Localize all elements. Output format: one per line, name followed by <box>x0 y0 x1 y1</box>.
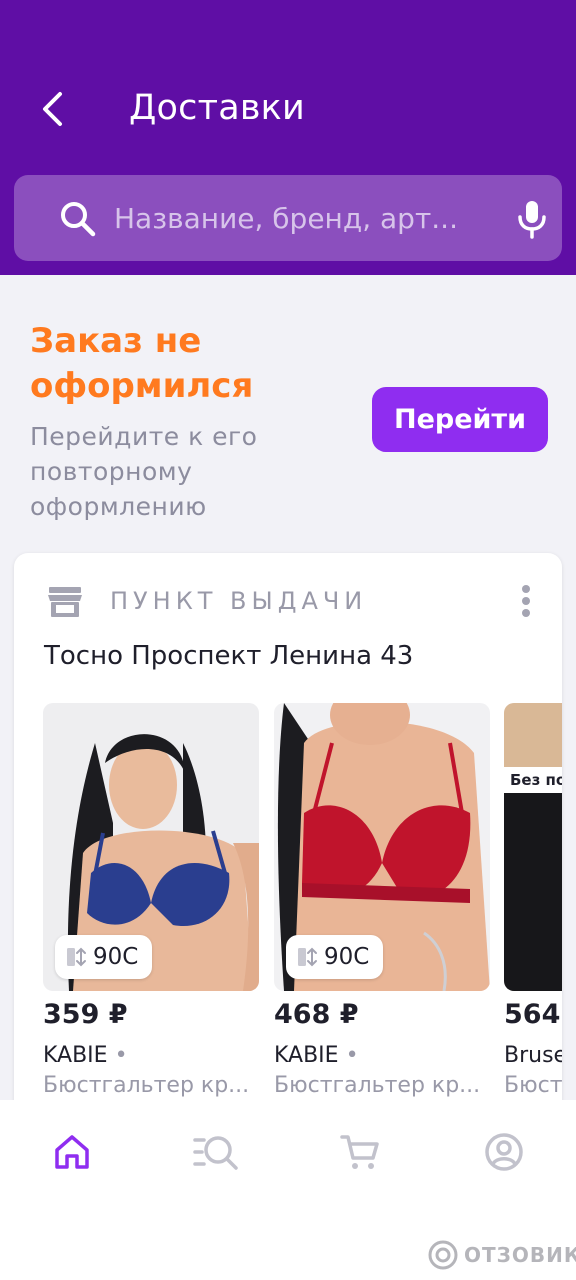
pickup-address: Тосно Проспект Ленина 43 <box>44 641 414 671</box>
search-icon <box>61 202 96 237</box>
deliveries-content: Заказ не оформился Перейдите к его повто… <box>0 275 576 1100</box>
chevron-left-icon <box>43 92 62 126</box>
watermark-text: ОТЗОВИК <box>464 1243 576 1267</box>
size-badge: 90C <box>286 935 384 979</box>
size-icon <box>67 947 86 967</box>
nav-profile[interactable] <box>480 1128 528 1176</box>
nav-catalog[interactable] <box>192 1128 240 1176</box>
size-label: 90C <box>324 944 370 970</box>
product-price: 468 ₽ <box>274 999 359 1030</box>
product-name: Бюстгальтер кр... <box>274 1073 481 1098</box>
product-brand: Bruse <box>504 1043 562 1068</box>
microphone-icon[interactable] <box>510 197 554 241</box>
app-header: Доставки <box>0 0 576 275</box>
product-carousel[interactable]: 90C 359 ₽ KABIE • Бюстгальтер кр... 90C … <box>43 703 562 1100</box>
product-brand: KABIE • <box>43 1043 128 1068</box>
brand-label: Bruse <box>504 1043 562 1068</box>
nav-home[interactable] <box>48 1128 96 1176</box>
search-bar[interactable] <box>14 175 562 261</box>
order-failed-title: Заказ не оформился <box>30 321 254 406</box>
product-brand: KABIE • <box>274 1043 359 1068</box>
more-vertical-icon[interactable] <box>514 581 538 621</box>
size-icon <box>298 947 317 967</box>
otzovik-watermark: ОТЗОВИК <box>428 1238 576 1272</box>
store-icon <box>48 587 82 617</box>
size-label: 90C <box>93 944 139 970</box>
back-button[interactable] <box>30 85 74 133</box>
pickup-point-label: ПУНКТ ВЫДАЧИ <box>110 587 368 615</box>
product-price: 564 <box>504 999 561 1030</box>
go-to-order-button[interactable]: Перейти <box>372 387 548 452</box>
brand-label: KABIE <box>274 1043 339 1068</box>
brand-label: KABIE <box>43 1043 108 1068</box>
promo-badge: Без по <box>504 767 562 793</box>
product-name: Бюст <box>504 1073 562 1098</box>
page-title: Доставки <box>129 88 305 128</box>
pickup-point-card: ПУНКТ ВЫДАЧИ Тосно Проспект Ленина 43 90… <box>14 553 562 1100</box>
product-name: Бюстгальтер кр... <box>43 1073 250 1098</box>
order-failed-text: Перейдите к его повторному оформлению <box>30 422 258 521</box>
profile-icon <box>485 1133 523 1171</box>
home-icon <box>55 1135 89 1169</box>
catalog-search-icon <box>193 1136 238 1170</box>
nav-cart[interactable] <box>336 1128 384 1176</box>
product-photo: Без по <box>504 703 562 991</box>
cart-icon <box>340 1135 379 1169</box>
search-input[interactable] <box>114 193 494 243</box>
size-badge: 90C <box>55 935 153 979</box>
otzovik-logo-icon <box>428 1240 458 1270</box>
product-price: 359 ₽ <box>43 999 128 1030</box>
